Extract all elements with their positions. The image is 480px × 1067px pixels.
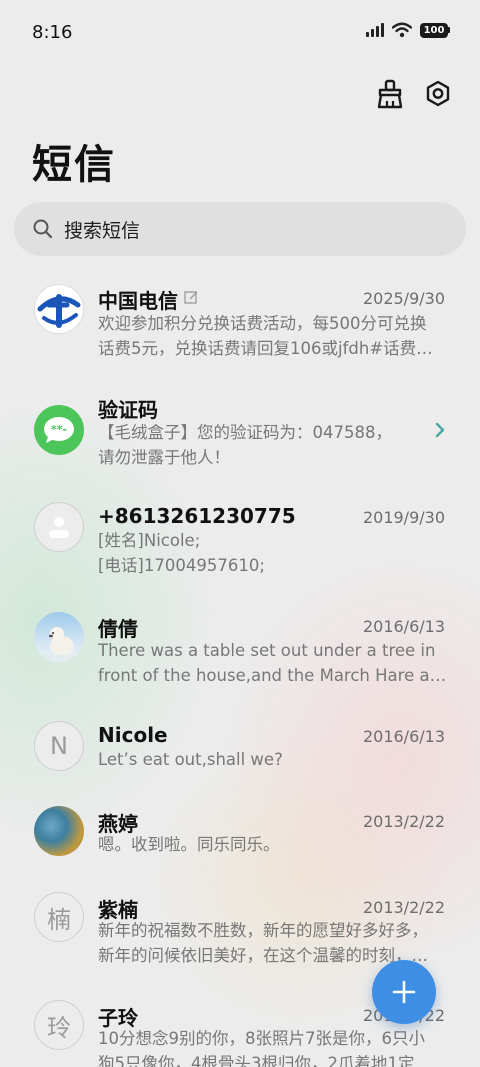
conversation-preview: 10分想念9别的你，8张照片7张是你，6只小 狗5只像你，4根骨头3根归你，2爪… — [98, 1029, 425, 1067]
conversation-preview: 嗯。收到啦。同乐同乐。 — [98, 835, 280, 854]
conversation-preview: There was a table set out under a tree i… — [98, 641, 448, 685]
avatar: N — [34, 721, 84, 771]
chevron-right-icon[interactable] — [434, 422, 446, 438]
search-icon — [33, 219, 53, 239]
svg-text:**-: **- — [51, 423, 67, 436]
conversation-preview: 欢迎参加积分兑换话费活动，每500分可兑换 话费5元，兑换话费请回复106或jf… — [98, 314, 433, 358]
conversation-item[interactable]: 倩倩 2016/6/13 There was a table set out u… — [0, 600, 480, 710]
conversation-date: 2025/9/30 — [362, 289, 445, 308]
search-input[interactable]: 搜索短信 — [14, 202, 466, 256]
person-icon — [34, 502, 84, 552]
avatar: 玲 — [34, 1000, 84, 1050]
battery-level: 100 — [420, 22, 448, 38]
top-actions — [374, 76, 454, 112]
message-bubble-icon: **- — [34, 405, 84, 455]
conversation-date: 2013/2/22 — [362, 898, 445, 917]
signal-icon — [366, 23, 384, 37]
wifi-icon — [392, 22, 412, 38]
status-time: 8:16 — [32, 22, 73, 43]
avatar: 楠 — [34, 892, 84, 942]
conversation-name: 验证码 — [98, 398, 158, 422]
polar-bear-photo — [34, 612, 84, 662]
status-icons: 100 — [366, 22, 450, 38]
conversation-date: 2019/9/30 — [362, 508, 445, 527]
conversation-preview: 【毛绒盒子】您的验证码为：047588， 请勿泄露于他人！ — [98, 423, 392, 467]
gear-icon — [426, 80, 450, 107]
conversation-date: 2016/6/13 — [362, 617, 445, 636]
conversation-item[interactable]: **- 验证码 【毛绒盒子】您的验证码为：047588， 请勿泄露于他人！ — [0, 380, 480, 490]
battery-icon: 100 — [420, 22, 450, 38]
new-message-button[interactable] — [372, 960, 436, 1024]
search-placeholder: 搜索短信 — [64, 219, 141, 242]
plus-icon — [392, 980, 416, 1004]
conversation-preview: Let’s eat out,shall we? — [98, 750, 283, 769]
conversation-preview: [姓名]Nicole; [电话]17004957610; — [98, 531, 265, 575]
china-telecom-logo — [34, 284, 84, 334]
settings-button[interactable] — [422, 76, 454, 112]
status-bar: 8:16 100 — [0, 0, 480, 68]
clean-button[interactable] — [374, 76, 406, 112]
conversation-item[interactable]: +8613261230775 2019/9/30 [姓名]Nicole; [电话… — [0, 490, 480, 600]
conversation-item[interactable]: 中国电信 2025/9/30 欢迎参加积分兑换话费活动，每500分可兑换 话费5… — [0, 270, 480, 380]
conversation-date: 2016/6/13 — [362, 727, 445, 746]
page-title: 短信 — [32, 142, 116, 188]
conversation-date: 2013/2/22 — [362, 812, 445, 831]
landscape-photo — [34, 806, 84, 856]
conversation-name: +8613261230775 — [98, 504, 296, 528]
conversation-name: Nicole — [98, 723, 168, 747]
conversation-name: 中国电信 — [98, 289, 178, 313]
edit-tag-icon — [184, 291, 198, 304]
brush-icon — [377, 79, 403, 109]
